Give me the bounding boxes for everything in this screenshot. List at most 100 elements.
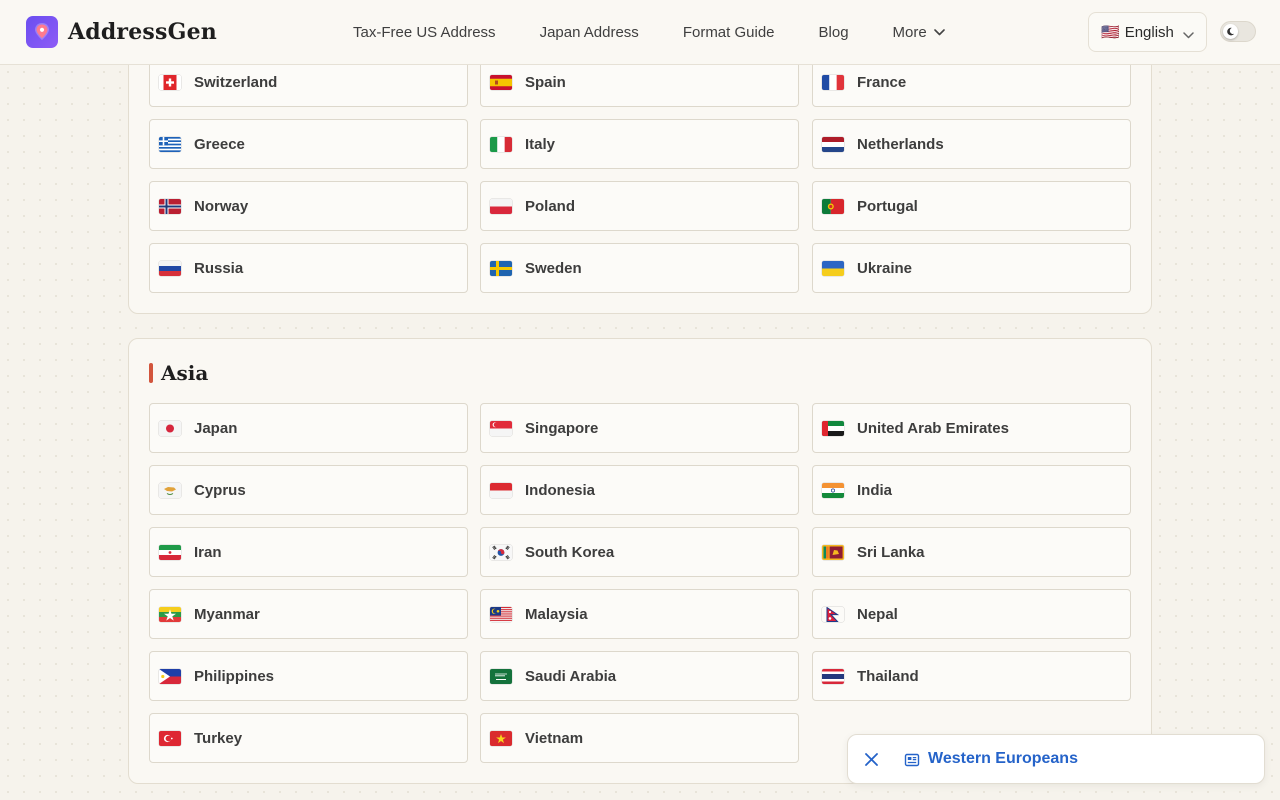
- japan-flag-icon: [159, 420, 181, 436]
- south-korea-flag-icon: [490, 544, 512, 560]
- myanmar-flag-icon: [159, 606, 181, 622]
- region-asia: Asia Japan Singapore United Arab Emirates C…: [128, 338, 1152, 784]
- country-card-iran[interactable]: Iran: [149, 527, 468, 577]
- map-pin-icon: [26, 16, 58, 48]
- country-name: Portugal: [857, 197, 918, 215]
- philippines-flag-icon: [159, 668, 181, 684]
- country-name: Singapore: [525, 419, 599, 437]
- country-card-uae[interactable]: United Arab Emirates: [812, 403, 1131, 453]
- country-name: Italy: [525, 135, 556, 153]
- country-name: Cyprus: [194, 481, 246, 499]
- country-name: Indonesia: [525, 481, 596, 499]
- country-name: Malaysia: [525, 605, 588, 623]
- country-card-russia[interactable]: Russia: [149, 243, 468, 293]
- country-card-sweden[interactable]: Sweden: [480, 243, 799, 293]
- cyprus-flag-icon: [159, 482, 181, 498]
- language-select[interactable]: 🇺🇸 English: [1088, 12, 1207, 52]
- country-card-poland[interactable]: Poland: [480, 181, 799, 231]
- country-card-norway[interactable]: Norway: [149, 181, 468, 231]
- country-name: Sweden: [525, 259, 582, 277]
- country-name: Japan: [194, 419, 238, 437]
- nav-tax-free-us-address[interactable]: Tax-Free US Address: [353, 24, 496, 41]
- nav-blog[interactable]: Blog: [819, 24, 849, 41]
- russia-flag-icon: [159, 260, 181, 276]
- country-name: Myanmar: [194, 605, 260, 623]
- country-card-sri-lanka[interactable]: Sri Lanka: [812, 527, 1131, 577]
- country-card-philippines[interactable]: Philippines: [149, 651, 468, 701]
- italy-flag-icon: [490, 136, 512, 152]
- poland-flag-icon: [490, 198, 512, 214]
- country-card-singapore[interactable]: Singapore: [480, 403, 799, 453]
- region-title: Asia: [149, 361, 208, 385]
- portugal-flag-icon: [822, 198, 844, 214]
- country-card-greece[interactable]: Greece: [149, 119, 468, 169]
- country-card-malaysia[interactable]: Malaysia: [480, 589, 799, 639]
- country-name: Russia: [194, 259, 244, 277]
- logo-text: AddressGen: [68, 19, 217, 45]
- country-card-italy[interactable]: Italy: [480, 119, 799, 169]
- country-name: Netherlands: [857, 135, 944, 153]
- nav-more[interactable]: More: [893, 24, 945, 41]
- country-name: Thailand: [857, 667, 919, 685]
- country-card-japan[interactable]: Japan: [149, 403, 468, 453]
- country-card-nepal[interactable]: Nepal: [812, 589, 1131, 639]
- saudi-arabia-flag-icon: [490, 668, 512, 684]
- theme-toggle[interactable]: [1220, 21, 1256, 42]
- country-name: South Korea: [525, 543, 615, 561]
- uae-flag-icon: [822, 420, 844, 436]
- country-card-india[interactable]: India: [812, 465, 1131, 515]
- us-flag-icon: 🇺🇸: [1101, 24, 1120, 41]
- article-toast: Western Europeans: [847, 734, 1265, 784]
- close-icon[interactable]: [864, 752, 879, 767]
- country-card-indonesia[interactable]: Indonesia: [480, 465, 799, 515]
- turkey-flag-icon: [159, 730, 181, 746]
- country-name: Spain: [525, 73, 566, 91]
- nav-format-guide[interactable]: Format Guide: [683, 24, 775, 41]
- country-name: Turkey: [194, 729, 243, 747]
- country-name: Saudi Arabia: [525, 667, 617, 685]
- spain-flag-icon: [490, 74, 512, 90]
- accent-bar: [149, 363, 153, 383]
- ukraine-flag-icon: [822, 260, 844, 276]
- chevron-down-icon: [1183, 26, 1194, 43]
- logo[interactable]: AddressGen: [26, 16, 217, 48]
- country-name: Greece: [194, 135, 245, 153]
- switzerland-flag-icon: [159, 74, 181, 90]
- sweden-flag-icon: [490, 260, 512, 276]
- country-name: Ukraine: [857, 259, 913, 277]
- language-label: English: [1124, 23, 1174, 41]
- main-nav: Tax-Free US Address Japan Address Format…: [353, 0, 945, 64]
- region-title-text: Asia: [161, 361, 209, 385]
- country-name: India: [857, 481, 893, 499]
- newspaper-icon: [904, 752, 920, 768]
- country-card-saudi-arabia[interactable]: Saudi Arabia: [480, 651, 799, 701]
- country-card-thailand[interactable]: Thailand: [812, 651, 1131, 701]
- country-name: United Arab Emirates: [857, 419, 1009, 437]
- malaysia-flag-icon: [490, 606, 512, 622]
- country-card-netherlands[interactable]: Netherlands: [812, 119, 1131, 169]
- nav-japan-address[interactable]: Japan Address: [540, 24, 639, 41]
- country-card-vietnam[interactable]: Vietnam: [480, 713, 799, 763]
- country-name: Philippines: [194, 667, 275, 685]
- country-card-myanmar[interactable]: Myanmar: [149, 589, 468, 639]
- country-card-ukraine[interactable]: Ukraine: [812, 243, 1131, 293]
- moon-icon: [1227, 27, 1235, 36]
- country-name: Nepal: [857, 605, 898, 623]
- iran-flag-icon: [159, 544, 181, 560]
- netherlands-flag-icon: [822, 136, 844, 152]
- country-name: Norway: [194, 197, 249, 215]
- chevron-down-icon: [933, 28, 945, 36]
- country-name: Switzerland: [194, 73, 278, 91]
- india-flag-icon: [822, 482, 844, 498]
- country-card-turkey[interactable]: Turkey: [149, 713, 468, 763]
- country-card-cyprus[interactable]: Cyprus: [149, 465, 468, 515]
- country-name: Vietnam: [525, 729, 584, 747]
- vietnam-flag-icon: [490, 730, 512, 746]
- country-card-portugal[interactable]: Portugal: [812, 181, 1131, 231]
- france-flag-icon: [822, 74, 844, 90]
- toast-link[interactable]: Western Europeans: [928, 750, 1078, 768]
- country-name: France: [857, 73, 907, 91]
- country-card-south-korea[interactable]: South Korea: [480, 527, 799, 577]
- sri-lanka-flag-icon: [822, 544, 844, 560]
- thailand-flag-icon: [822, 668, 844, 684]
